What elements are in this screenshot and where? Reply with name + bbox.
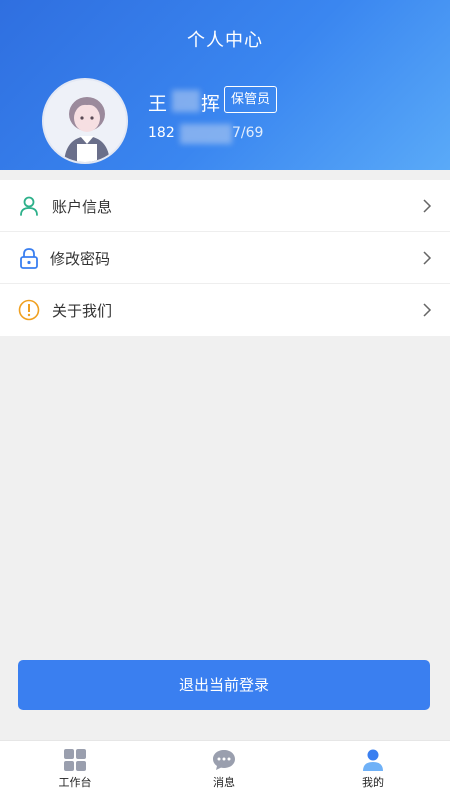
- tab-mine[interactable]: 我的: [328, 741, 418, 800]
- user-icon: [18, 195, 40, 217]
- tab-label: 我的: [362, 776, 384, 789]
- menu-item-account-info[interactable]: 账户信息: [0, 180, 450, 232]
- tab-label: 消息: [213, 776, 235, 789]
- chevron-right-icon: [422, 302, 432, 318]
- tab-label: 工作台: [58, 776, 92, 789]
- lock-icon: [18, 247, 40, 269]
- tab-messages[interactable]: 消息: [179, 741, 269, 800]
- phone-redaction: [180, 124, 232, 144]
- menu-item-about-us[interactable]: 关于我们: [0, 284, 450, 336]
- menu-item-change-password[interactable]: 修改密码: [0, 232, 450, 284]
- chevron-right-icon: [422, 250, 432, 266]
- user-name: 王: [148, 93, 168, 115]
- phone-number: 182: [148, 125, 175, 141]
- info-icon: [18, 299, 40, 321]
- user-name-tail: 挥: [201, 93, 221, 115]
- chevron-right-icon: [422, 198, 432, 214]
- logout-button[interactable]: 退出当前登录: [18, 660, 430, 710]
- page-title: 个人中心: [187, 30, 263, 51]
- menu-item-label: 关于我们: [52, 302, 113, 320]
- menu-item-label: 修改密码: [50, 250, 111, 268]
- role-badge: 保管员: [224, 86, 278, 113]
- chat-icon: [212, 748, 236, 772]
- tab-workbench[interactable]: 工作台: [30, 741, 120, 800]
- grid-icon: [63, 748, 87, 772]
- person-icon: [361, 748, 385, 772]
- avatar: [42, 78, 128, 164]
- phone-number-tail: 7/69: [232, 125, 264, 141]
- bottom-tab-bar: 工作台 消息 我的: [0, 740, 450, 800]
- menu-item-label: 账户信息: [52, 198, 113, 216]
- name-redaction: [172, 90, 200, 112]
- profile-header: 个人中心 王 挥 保管员 182 7/69: [0, 0, 450, 170]
- settings-menu: 账户信息 修改密码 关于我们: [0, 180, 450, 336]
